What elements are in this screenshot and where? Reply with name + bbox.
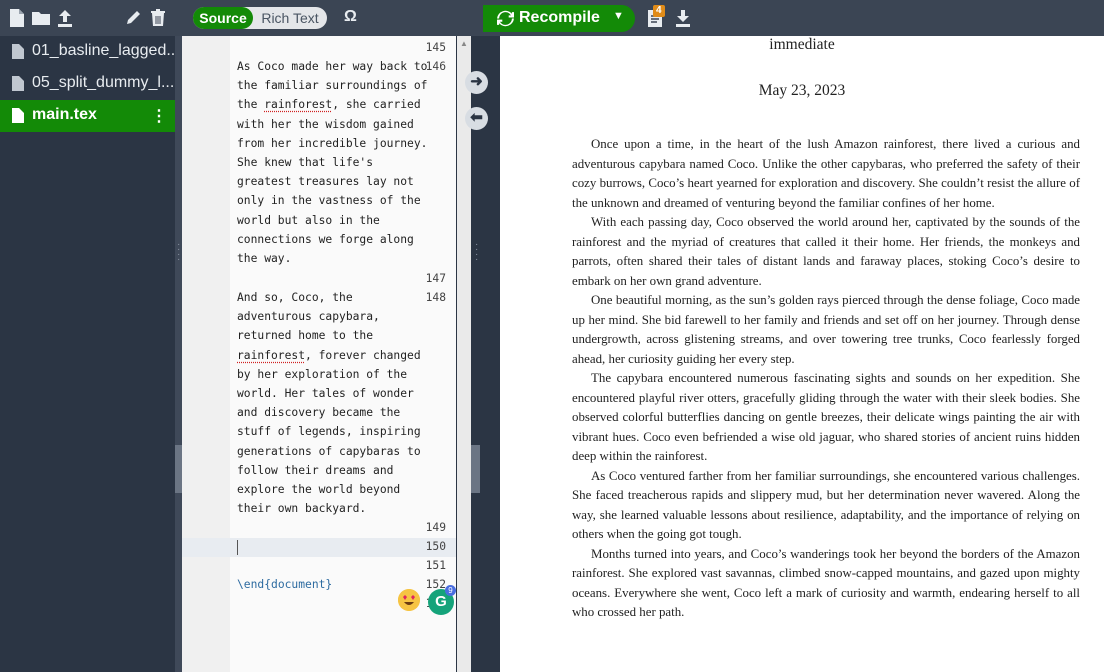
upload-icon[interactable] xyxy=(56,8,74,28)
spellcheck-word[interactable]: rainforest xyxy=(237,349,305,362)
pdf-date: May 23, 2023 xyxy=(758,82,846,99)
download-pdf-icon[interactable] xyxy=(674,8,692,28)
resize-grip-icon: · · · · xyxy=(177,239,181,265)
latex-argument: {document} xyxy=(264,578,333,591)
pdf-paragraph: Months turned into years, and Coco’s wan… xyxy=(572,546,1080,620)
pdf-paragraph: With each passing day, Coco observed the… xyxy=(572,215,1080,288)
line-number: 148 xyxy=(425,291,446,304)
file-tree-item-01-basline[interactable]: 01_basline_lagged.... xyxy=(0,36,175,68)
line-number-gutter xyxy=(182,36,230,672)
source-mode-button[interactable]: Source xyxy=(193,7,253,29)
pdf-author: immediate xyxy=(769,36,835,53)
resize-grip-icon: · · · · xyxy=(475,239,479,265)
rename-pencil-icon[interactable] xyxy=(125,8,143,28)
spellcheck-word[interactable]: rainforest xyxy=(264,98,332,111)
file-tree-item-main-tex[interactable]: main.tex ⋮ xyxy=(0,100,175,132)
line-number: 149 xyxy=(425,521,446,534)
editor-scrollbar[interactable] xyxy=(457,36,471,672)
delete-trash-icon[interactable] xyxy=(149,8,167,28)
recompile-button[interactable]: Recompile ▼ xyxy=(483,5,635,32)
line-number: 151 xyxy=(425,559,446,572)
logs-count-badge: 4 xyxy=(653,5,665,17)
line-number: 145 xyxy=(425,41,446,54)
sidebar-resize-handle[interactable] xyxy=(175,36,182,672)
file-icon xyxy=(12,76,24,91)
refresh-icon xyxy=(497,10,514,27)
pdf-preview[interactable]: immediate May 23, 2023 Once upon a time,… xyxy=(500,36,1104,672)
editor-pdf-divider[interactable] xyxy=(471,36,500,672)
sync-to-pdf-arrow-icon[interactable]: ➜ xyxy=(465,71,488,94)
emoji-reaction-icon[interactable] xyxy=(398,589,420,611)
file-icon xyxy=(12,108,24,123)
latex-command: \end xyxy=(237,578,265,591)
recompile-dropdown-caret-icon[interactable]: ▼ xyxy=(613,10,624,22)
new-file-icon[interactable] xyxy=(8,8,26,28)
pdf-body: Once upon a time, in the heart of the lu… xyxy=(572,135,1080,623)
rich-text-mode-button[interactable]: Rich Text xyxy=(255,7,325,29)
code-line-146: As Coco made her way back to the familia… xyxy=(237,60,428,266)
file-icon xyxy=(12,44,24,59)
source-editor[interactable]: 145 146 147 148 149 150 151 152 153 As C… xyxy=(182,36,456,672)
line-number: 150 xyxy=(425,540,446,553)
code-line-148: And so, Coco, the adventurous capybara, … xyxy=(237,291,421,516)
file-tree: 01_basline_lagged.... 05_split_dummy_l..… xyxy=(0,36,175,672)
file-name: 01_basline_lagged.... xyxy=(32,42,174,59)
file-tree-item-05-split[interactable]: 05_split_dummy_l... xyxy=(0,68,175,100)
pdf-paragraph: One beautiful morning, as the sun’s gold… xyxy=(572,293,1080,366)
sync-to-code-arrow-icon[interactable]: ⬅ xyxy=(465,107,488,130)
grammarly-count-badge: 9 xyxy=(445,585,456,596)
line-number: 146 xyxy=(425,60,446,73)
active-line-highlight xyxy=(182,538,456,557)
pdf-paragraph: The capybara encountered numerous fascin… xyxy=(572,371,1080,463)
file-menu-kebab-icon[interactable]: ⋮ xyxy=(151,106,167,126)
pdf-paragraph: Once upon a time, in the heart of the lu… xyxy=(572,137,1080,210)
top-toolbar: Source Rich Text Ω Recompile ▼ 4 xyxy=(0,0,1104,36)
pdf-collapse-toggle[interactable] xyxy=(471,445,480,493)
pdf-paragraph: As Coco ventured farther from her famili… xyxy=(572,468,1080,542)
recompile-label: Recompile xyxy=(519,9,600,26)
scroll-up-icon[interactable]: ▲ xyxy=(460,39,468,48)
code-line-152: \end{document} xyxy=(237,575,332,594)
line-number: 147 xyxy=(425,272,446,285)
text-cursor xyxy=(237,540,238,555)
sidebar-collapse-toggle[interactable] xyxy=(175,445,182,493)
editor-mode-toggle: Source Rich Text xyxy=(193,7,327,29)
new-folder-icon[interactable] xyxy=(31,8,51,28)
symbol-palette-button[interactable]: Ω xyxy=(344,8,357,26)
file-name: 05_split_dummy_l... xyxy=(32,74,174,91)
